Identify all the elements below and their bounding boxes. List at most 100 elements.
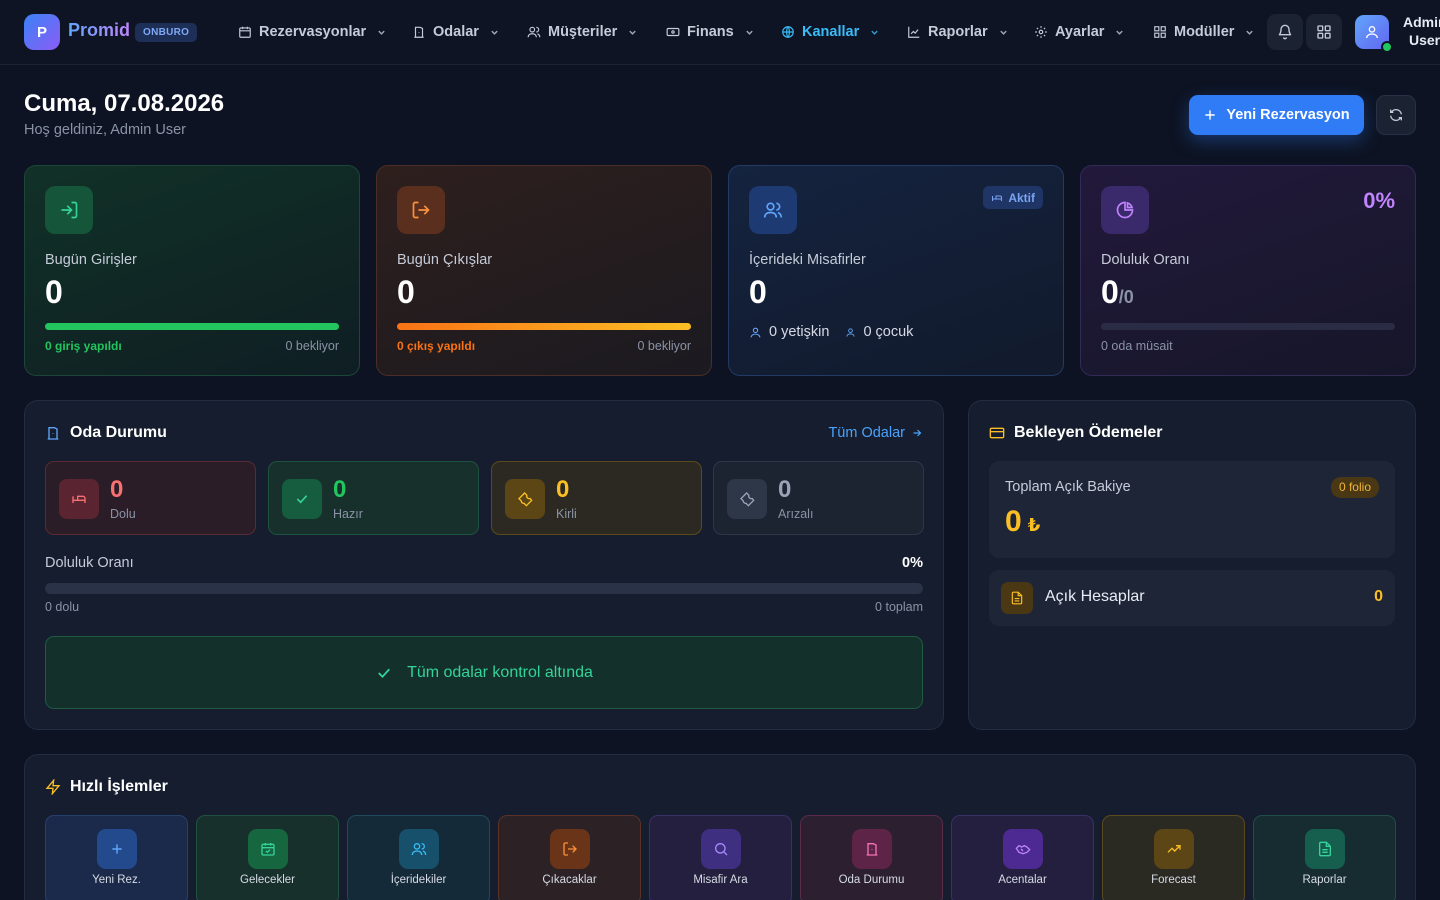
logo-letter: P <box>36 23 47 41</box>
room-status-panel: Oda Durumu Tüm Odalar 0 Dolu 0 Hazır 0 K… <box>24 400 944 730</box>
quick-action-label: Oda Durumu <box>838 874 905 886</box>
ready-label: Hazır <box>333 507 363 521</box>
credit-card-icon <box>989 427 1005 439</box>
guests-card[interactable]: Aktif İçerideki Misafirler 0 0 yetişkin … <box>728 165 1064 376</box>
quick-action-departures[interactable]: Çıkacaklar <box>498 815 641 900</box>
nav-item-ayarlar[interactable]: Ayarlar <box>1034 20 1124 44</box>
occupancy-total: /0 <box>1118 287 1134 307</box>
checkouts-value: 0 <box>397 274 415 310</box>
trending-up-icon <box>1153 829 1194 869</box>
checkouts-progress-fill <box>397 323 691 330</box>
globe-icon <box>782 26 794 38</box>
refresh-icon <box>1390 108 1402 122</box>
quick-action-label: İçeridekiler <box>390 874 447 886</box>
handshake-icon <box>1002 829 1043 869</box>
checkouts-progress-bar <box>397 323 691 330</box>
quick-action-new-reservation[interactable]: Yeni Rez. <box>45 815 188 900</box>
quick-action-forecast[interactable]: Forecast <box>1102 815 1245 900</box>
chevron-down-icon <box>491 30 498 35</box>
checkins-progress-fill <box>45 323 339 330</box>
checkins-done: 0 giriş yapıldı <box>45 339 122 353</box>
checkins-progress-bar <box>45 323 339 330</box>
logout-icon <box>397 186 445 234</box>
checkins-card[interactable]: Bugün Girişler 0 0 giriş yapıldı 0 bekli… <box>24 165 360 376</box>
arrow-right-icon <box>913 429 922 437</box>
quick-action-room-status[interactable]: Oda Durumu <box>800 815 943 900</box>
nav-label: Ayarlar <box>1055 24 1105 40</box>
total-rooms: 0 toplam <box>875 600 923 614</box>
all-rooms-link[interactable]: Tüm Odalar <box>828 425 923 441</box>
door-icon <box>414 26 424 38</box>
nav-item-raporlar[interactable]: Raporlar <box>907 20 1008 44</box>
app-logo[interactable]: P <box>24 14 60 50</box>
quick-action-reports[interactable]: Raporlar <box>1253 815 1396 900</box>
nav-item-musteriler[interactable]: Müşteriler <box>527 20 637 44</box>
nav-item-odalar[interactable]: Odalar <box>412 20 499 44</box>
page-title: Cuma, 07.08.2026 <box>24 90 225 117</box>
notifications-button[interactable] <box>1267 14 1303 50</box>
grid-icon <box>1317 25 1331 39</box>
occupied-rooms: 0 dolu <box>45 600 80 614</box>
quick-action-arrivals[interactable]: Gelecekler <box>196 815 339 900</box>
nav-item-kanallar[interactable]: Kanallar <box>781 20 879 44</box>
chevron-down-icon <box>629 30 637 35</box>
refresh-button[interactable] <box>1376 95 1416 135</box>
nav-item-rezervasyonlar[interactable]: Rezervasyonlar <box>238 20 386 44</box>
nav-item-moduller[interactable]: Modüller <box>1153 20 1254 44</box>
apps-button[interactable] <box>1306 14 1342 50</box>
avatar[interactable] <box>1355 15 1393 53</box>
dirty-count: 0 <box>556 476 570 503</box>
room-card-ready[interactable]: 0 Hazır <box>268 461 479 535</box>
user-icon <box>750 327 761 337</box>
plus-icon <box>1205 110 1215 120</box>
users-icon <box>749 186 797 234</box>
nav-label: Finans <box>687 24 734 40</box>
room-card-occupied[interactable]: 0 Dolu <box>45 461 256 535</box>
occupancy-rate-label: Doluluk Oranı <box>45 555 134 571</box>
ready-count: 0 <box>333 476 347 503</box>
open-accounts-value: 0 <box>1374 588 1383 605</box>
checkins-waiting: 0 bekliyor <box>285 339 340 353</box>
currency-symbol: ₺ <box>1027 515 1041 535</box>
open-accounts-row[interactable]: Açık Hesaplar 0 <box>989 570 1395 626</box>
online-status-dot <box>1381 41 1393 53</box>
room-card-dirty[interactable]: 0 Kirli <box>491 461 702 535</box>
bell-icon <box>1278 24 1292 40</box>
check-icon <box>378 668 390 678</box>
chevron-down-icon <box>746 30 753 35</box>
all-ok-banner: Tüm odalar kontrol altında <box>45 636 923 709</box>
checkouts-card[interactable]: Bugün Çıkışlar 0 0 çıkış yapıldı 0 bekli… <box>376 165 712 376</box>
quick-actions-title: Hızlı İşlemler <box>45 778 168 796</box>
nav-item-finans[interactable]: Finans <box>666 20 754 44</box>
bed-icon <box>59 479 99 519</box>
chevron-down-icon <box>378 30 385 35</box>
adults-label: 0 yetişkin <box>769 324 830 340</box>
folio-count-badge: 0 folio <box>1330 477 1379 498</box>
brand-name[interactable]: Promid <box>68 20 130 41</box>
new-reservation-button[interactable]: Yeni Rezervasyon <box>1189 95 1364 135</box>
search-icon <box>700 829 741 869</box>
quick-action-guest-search[interactable]: Misafir Ara <box>649 815 792 900</box>
nav-label: Raporlar <box>928 24 988 40</box>
banknote-icon <box>666 27 680 37</box>
logout-icon <box>549 829 590 869</box>
open-balance-box[interactable]: Toplam Açık Bakiye 0 folio 0 ₺ <box>989 461 1395 558</box>
children-label: 0 çocuk <box>863 324 914 340</box>
occupancy-rate-bar <box>45 583 923 594</box>
room-card-broken[interactable]: 0 Arızalı <box>713 461 924 535</box>
file-icon <box>1304 829 1345 869</box>
occupancy-rate-percent: 0% <box>902 555 923 571</box>
user-name[interactable]: Admin <box>1403 12 1440 32</box>
quick-action-label: Acentalar <box>998 874 1047 886</box>
checkouts-waiting: 0 bekliyor <box>637 339 692 353</box>
calendar-icon <box>239 26 251 38</box>
user-role[interactable]: User <box>1409 32 1440 48</box>
quick-action-in-house[interactable]: İçeridekiler <box>347 815 490 900</box>
quick-actions-title-text: Hızlı İşlemler <box>70 778 168 795</box>
broken-label: Arızalı <box>778 507 814 521</box>
users-icon <box>527 26 541 38</box>
wrench-icon <box>505 479 545 519</box>
pending-payments-title: Bekleyen Ödemeler <box>989 424 1163 442</box>
quick-action-agencies[interactable]: Acentalar <box>951 815 1094 900</box>
occupancy-card[interactable]: 0% Doluluk Oranı 0/0 0 oda müsait <box>1080 165 1416 376</box>
